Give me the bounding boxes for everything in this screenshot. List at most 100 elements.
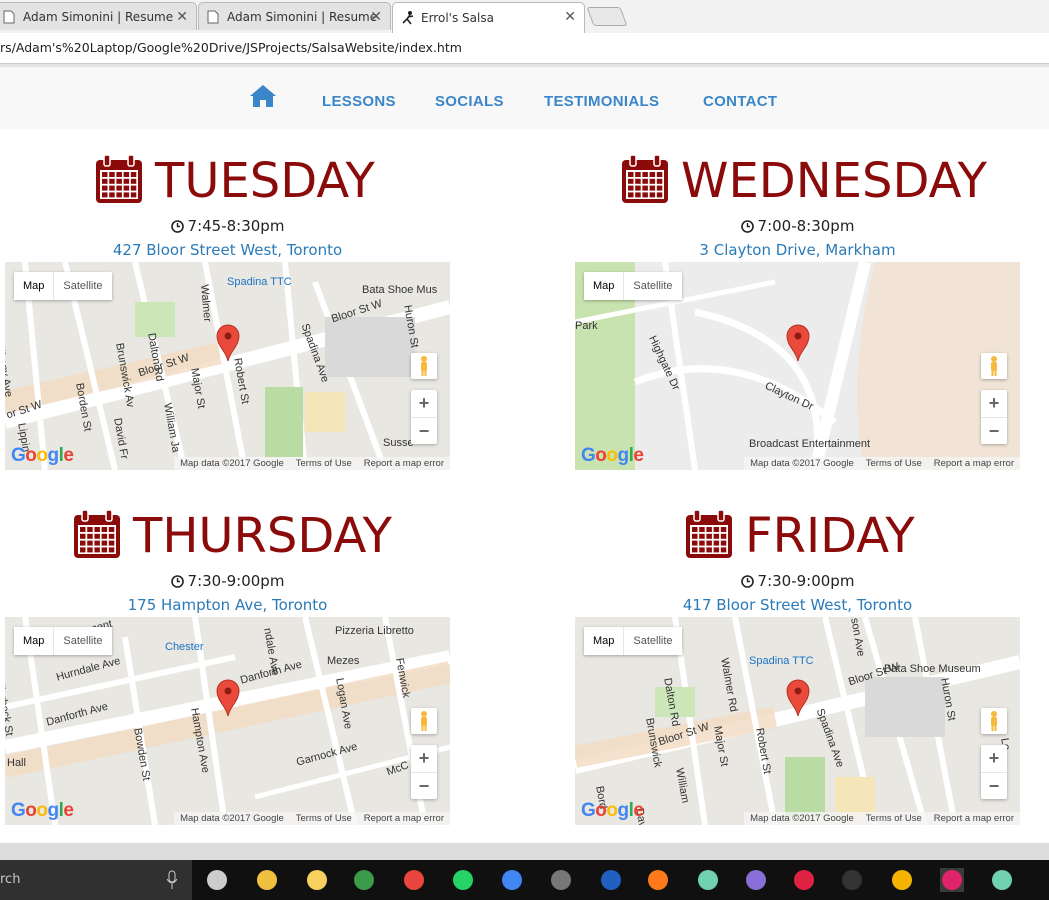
site-navbar: LESSONS SOCIALS TESTIMONIALS CONTACT [0,67,1049,129]
firefox-icon[interactable] [646,868,670,892]
home-icon[interactable] [249,84,277,112]
map-view-button[interactable]: Map [584,627,623,655]
chrome-icon[interactable] [402,868,426,892]
map-marker-icon[interactable] [216,324,240,366]
google-map[interactable]: Spadina TTC Bata Shoe Museum Bloor St W Blo… [575,617,1020,825]
browser-tab[interactable]: Adam Simonini | Resume ✕ [198,2,391,30]
report-map-error-link[interactable]: Report a map error [927,457,1020,470]
app-pink-icon[interactable] [940,868,964,892]
nav-lessons[interactable]: LESSONS [322,93,396,110]
terms-of-use-link[interactable]: Terms of Use [289,457,358,470]
street-view-pegman-icon[interactable] [411,353,437,379]
report-map-error-link[interactable]: Report a map error [357,812,450,825]
nav-contact[interactable]: CONTACT [703,93,777,110]
close-tab-icon[interactable]: ✕ [564,9,576,25]
github-icon[interactable] [744,868,768,892]
task-view-icon[interactable] [205,868,229,892]
day-title: WEDNESDAY [681,153,987,209]
google-map[interactable]: Park Highgate Dr Clayton Dr Broadcast Enter… [575,262,1020,470]
file-explorer-icon[interactable] [255,868,279,892]
browser-tab-strip: Adam Simonini | Resume ✕ Adam Simonini |… [0,0,1049,33]
map-type-control: Map Satellite [584,627,682,655]
nav-socials[interactable]: SOCIALS [435,93,504,110]
close-tab-icon[interactable]: ✕ [370,9,382,25]
taskbar-search-box[interactable]: rch [0,860,192,900]
day-title: TUESDAY [155,153,375,209]
report-map-error-link[interactable]: Report a map error [927,812,1020,825]
microphone-icon[interactable] [166,870,178,894]
search-text: rch [0,872,21,887]
chrome-canary-icon[interactable] [890,868,914,892]
browser-tab-active[interactable]: Errol's Salsa ✕ [392,2,585,33]
zoom-in-button[interactable]: + [981,745,1007,773]
nav-testimonials[interactable]: TESTIMONIALS [544,93,659,110]
zoom-out-button[interactable]: − [411,773,437,800]
sourcetree-icon[interactable] [792,868,816,892]
map-marker-icon[interactable] [216,679,240,721]
google-logo[interactable]: Google [11,445,74,467]
atom-icon[interactable] [696,868,720,892]
file-manager-icon[interactable] [305,868,329,892]
zoom-out-button[interactable]: − [411,418,437,445]
tab-title: Adam Simonini | Resume [227,9,378,24]
calendar-icon [73,509,121,563]
time-text: 7:00-8:30pm [757,217,855,235]
satellite-view-button[interactable]: Satellite [623,627,681,655]
zoom-out-button[interactable]: − [981,773,1007,800]
whatsapp-icon[interactable] [451,868,475,892]
browser-tab[interactable]: Adam Simonini | Resume ✕ [0,2,197,30]
day-heading: FRIDAY [685,509,915,563]
new-tab-button[interactable] [586,7,628,26]
map-marker-icon[interactable] [786,324,810,366]
zoom-in-button[interactable]: + [981,390,1007,418]
google-logo[interactable]: Google [581,445,644,467]
map-type-control: Map Satellite [14,272,112,300]
street-view-pegman-icon[interactable] [411,708,437,734]
zoom-out-button[interactable]: − [981,418,1007,445]
day-heading: WEDNESDAY [621,154,987,208]
atom-icon-2[interactable] [990,868,1014,892]
obs-icon[interactable] [549,868,573,892]
map-marker-icon[interactable] [786,679,810,721]
street-view-pegman-icon[interactable] [981,708,1007,734]
map-label: Spadina TTC [227,276,292,288]
terms-of-use-link[interactable]: Terms of Use [859,457,928,470]
app-icon[interactable] [599,868,623,892]
zoom-in-button[interactable]: + [411,745,437,773]
map-data-credit: Map data ©2017 Google [174,812,290,825]
report-map-error-link[interactable]: Report a map error [357,457,450,470]
terminal-icon[interactable] [840,868,864,892]
url-text[interactable]: rs/Adam's%20Laptop/Google%20Drive/JSProj… [0,40,462,55]
location-link[interactable]: 3 Clayton Drive, Markham [575,241,1020,259]
location-link[interactable]: 417 Bloor Street West, Toronto [575,596,1020,614]
map-view-button[interactable]: Map [14,272,53,300]
google-docs-icon[interactable] [500,868,524,892]
time-text: 7:30-9:00pm [757,572,855,590]
location-link[interactable]: 175 Hampton Ave, Toronto [5,596,450,614]
class-time: 7:45-8:30pm [5,217,450,237]
zoom-in-button[interactable]: + [411,390,437,418]
clock-icon [170,219,184,237]
tab-title: Errol's Salsa [421,11,494,25]
google-drive-icon[interactable] [352,868,376,892]
day-block-friday: FRIDAY 7:30-9:00pm 417 Bloor Street West, … [575,484,1020,825]
map-type-control: Map Satellite [584,272,682,300]
close-tab-icon[interactable]: ✕ [176,9,188,25]
location-link[interactable]: 427 Bloor Street West, Toronto [5,241,450,259]
map-view-button[interactable]: Map [584,272,623,300]
google-logo[interactable]: Google [11,800,74,822]
street-view-pegman-icon[interactable] [981,353,1007,379]
calendar-icon [685,509,733,563]
map-view-button[interactable]: Map [14,627,53,655]
map-label: Mezes [327,655,360,667]
terms-of-use-link[interactable]: Terms of Use [859,812,928,825]
google-map[interactable]: Pizzeria Libretto Chester Mezes Hurndale Av… [5,617,450,825]
day-title: THURSDAY [133,508,392,564]
google-map[interactable]: Spadina TTC Bata Shoe Mus Bloor St W Bloor … [5,262,450,470]
google-logo[interactable]: Google [581,800,644,822]
satellite-view-button[interactable]: Satellite [53,627,111,655]
satellite-view-button[interactable]: Satellite [53,272,111,300]
address-bar[interactable]: rs/Adam's%20Laptop/Google%20Drive/JSProj… [0,33,1049,64]
terms-of-use-link[interactable]: Terms of Use [289,812,358,825]
satellite-view-button[interactable]: Satellite [623,272,681,300]
